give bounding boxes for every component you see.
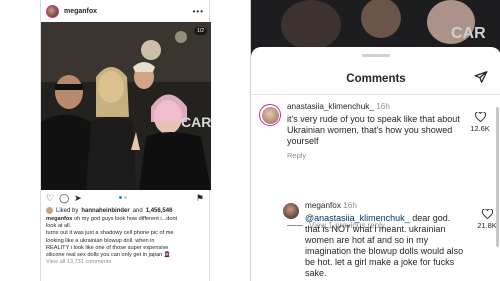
post-photo[interactable]: CAR 1/2 [41, 22, 211, 190]
heart-icon[interactable]: ♡ [46, 193, 54, 204]
comment-text: @anastasiia_klimenchuk_ dear god. that i… [305, 213, 465, 279]
view-all-comments-link[interactable]: View all 13,731 comments [41, 259, 209, 265]
instagram-post: meganfox ••• CAR 1/2 ♡ ◯ ➤ ⚑ Liked by ha… [40, 0, 211, 281]
comment-text: it's very rude of you to speak like that… [287, 114, 460, 146]
heart-icon[interactable] [481, 209, 493, 219]
carousel-dot-1[interactable] [119, 196, 122, 199]
sheet-title: Comments [346, 73, 406, 85]
scrollbar[interactable] [496, 107, 499, 247]
caption-line: look at all. [46, 223, 72, 230]
heart-icon[interactable] [474, 112, 486, 122]
comment-time: 16h [343, 201, 357, 210]
comments-sheet: Comments anastasiia_klimenchuk_ 16h it's… [251, 47, 500, 281]
svg-text:CAR: CAR [181, 114, 211, 130]
post-username[interactable]: meganfox [64, 8, 97, 15]
comment-like[interactable]: 21.8K [477, 209, 497, 230]
mention-link[interactable]: @anastasiia_klimenchuk_ [305, 213, 410, 223]
likes-and: and [132, 207, 143, 214]
likes-line: Liked by hannaheinbinder and 1,456,546 [41, 206, 209, 215]
party-photo-image: CAR [41, 22, 211, 190]
likes-prefix: Liked by [56, 207, 79, 214]
comment-item: anastasiia_klimenchuk_ 16h it's very rud… [255, 102, 490, 172]
comment-username[interactable]: meganfox [305, 201, 341, 210]
caption-line: looking like a ukrainian blowup doll. wh… [46, 237, 155, 244]
carousel-dot-2[interactable] [124, 196, 127, 199]
reply-comment-item: meganfox 16h @anastasiia_klimenchuk_ dea… [283, 197, 497, 281]
svg-text:CAR: CAR [451, 25, 486, 42]
caption-username[interactable]: meganfox [46, 216, 72, 222]
caption-line: oh my god guys look how different i...do… [73, 216, 178, 222]
caption-line: silicone real sex dolls you can only get… [46, 252, 171, 259]
carousel-dots [119, 196, 127, 199]
share-icon[interactable]: ➤ [74, 193, 82, 204]
post-header: meganfox ••• [41, 0, 209, 22]
avatar[interactable] [283, 203, 299, 219]
comment-username[interactable]: anastasiia_klimenchuk_ [287, 102, 374, 111]
drag-handle[interactable] [362, 54, 390, 57]
reply-button[interactable]: Reply [287, 151, 469, 160]
caption-line: REALITY i look like one of those super e… [46, 244, 169, 251]
like-count: 21.8K [477, 221, 497, 230]
caption-line: turns out it was just a shadowy cell pho… [46, 230, 174, 237]
comment-icon[interactable]: ◯ [59, 193, 69, 204]
more-options-icon[interactable]: ••• [193, 7, 204, 16]
likes-count[interactable]: 1,456,546 [146, 208, 173, 214]
likes-user[interactable]: hannaheinbinder [81, 208, 129, 214]
liker-avatar [46, 207, 53, 214]
comment-header: meganfox 16h [305, 201, 465, 210]
post-caption: meganfox oh my god guys look how differe… [41, 215, 209, 259]
avatar[interactable] [259, 104, 281, 126]
comment-header: anastasiia_klimenchuk_ 16h [287, 102, 469, 111]
post-actions: ♡ ◯ ➤ ⚑ [41, 190, 209, 206]
bookmark-icon[interactable]: ⚑ [196, 193, 204, 204]
send-icon[interactable] [474, 70, 488, 84]
like-count: 12.6K [470, 124, 490, 133]
comment-time: 16h [376, 102, 390, 111]
comment-like[interactable]: 12.6K [470, 112, 490, 133]
avatar[interactable] [46, 4, 59, 18]
photo-counter: 1/2 [194, 27, 207, 35]
divider [251, 94, 500, 95]
comments-screen: CAR Comments anastasiia_klimenchuk_ 16h … [250, 0, 500, 281]
